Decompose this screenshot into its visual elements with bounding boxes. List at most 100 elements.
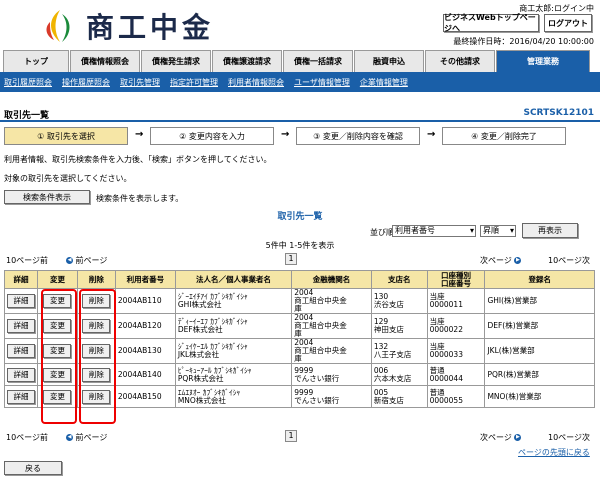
sub-navigation: 取引履歴照会 操作履歴照会 取引先管理 指定許可管理 利用者情報照会 ユーザ情報…	[0, 72, 600, 92]
detail-button[interactable]: 詳細	[7, 344, 35, 358]
bank-name: 商工組合中央金	[294, 296, 347, 305]
branch-name: 神田支店	[373, 325, 404, 334]
prev10-text: 10ページ前	[6, 256, 49, 265]
cell-branch: 130 渋谷支店	[370, 288, 428, 314]
tab-loan[interactable]: 融資申込	[354, 50, 424, 72]
brand-name: 商工中金	[86, 11, 215, 44]
order-select[interactable]: 昇順	[480, 225, 516, 237]
show-search-button[interactable]: 検索条件表示	[4, 190, 90, 204]
account-number: 0000055	[429, 395, 463, 405]
page-number-bottom: 1	[285, 430, 297, 442]
cell-branch: 006 六本木支店	[370, 363, 428, 386]
detail-button[interactable]: 詳細	[7, 294, 35, 308]
tab-admin[interactable]: 管理業務	[496, 50, 590, 72]
prev-page: ◀ 前ページ	[66, 255, 107, 266]
arrow-right-icon: →	[281, 129, 290, 140]
instruction-select-text: 対象の取引先を選択してください。	[4, 174, 132, 183]
bank-name-cont: 庫	[294, 304, 302, 313]
back-button[interactable]: 戻る	[4, 461, 62, 475]
cell-company-name: ｼﾞｪｲｹｰｴﾙ ｶﾌﾞｼｷｶﾞｲｼｬ JKL株式会社	[174, 338, 293, 364]
next-page-label: 次ページ	[480, 433, 512, 442]
cell-branch: 005 新宿支店	[370, 385, 428, 408]
prev10-text-bottom: 10ページ前	[6, 433, 49, 442]
company-name: GHI株式会社	[177, 300, 222, 309]
account-number: 0000011	[429, 300, 463, 309]
sort-select[interactable]: 利用者番号	[392, 225, 476, 237]
detail-button[interactable]: 詳細	[7, 367, 35, 382]
company-name: MNO株式会社	[177, 395, 226, 405]
logo: 商工中金	[40, 6, 214, 46]
step-confirm: ③ 変更／削除内容を確認	[296, 127, 420, 145]
account-number: 0000022	[429, 325, 463, 334]
cell-bank: 9999 でんさい銀行	[291, 363, 372, 386]
search-hint: 検索条件を表示します。	[96, 194, 184, 203]
cell-registered-name: PQR(株)営業部	[484, 363, 595, 386]
circle-right-icon: ▶	[514, 257, 522, 264]
branch-name: 渋谷支店	[373, 300, 404, 309]
cell-account: 当座 0000022	[426, 313, 486, 339]
cell-company-name: ﾃﾞｨｰｲｰｴﾌ ｶﾌﾞｼｷｶﾞｲｼｬ DEF株式会社	[174, 313, 293, 339]
step-input: ② 変更内容を入力	[150, 127, 274, 145]
prev-page-label: 前ページ	[75, 433, 108, 442]
bank-name: でんさい銀行	[294, 373, 340, 383]
screen-code: SCRTSK12101	[523, 108, 594, 118]
cell-registered-name: MNO(株)営業部	[484, 385, 595, 408]
subnav-permission-management[interactable]: 指定許可管理	[170, 77, 218, 88]
cell-branch: 129 神田支店	[370, 313, 428, 339]
branch-name: 新宿支店	[373, 395, 404, 405]
subnav-user-management[interactable]: ユーザ情報管理	[294, 77, 350, 88]
web-top-button[interactable]: ビジネスWebトップページへ	[443, 13, 539, 33]
cell-registered-name: JKL(株)営業部	[484, 338, 595, 364]
detail-button[interactable]: 詳細	[7, 389, 35, 404]
highlight-delete-column	[79, 289, 116, 424]
cell-account: 普通 0000044	[426, 363, 486, 386]
subnav-user-info[interactable]: 利用者情報照会	[228, 77, 284, 88]
header: 商工中金 商工太郎:ログイン中 ビジネスWebトップページへ ログアウト 最終操…	[0, 0, 600, 50]
redisplay-button[interactable]: 再表示	[522, 223, 578, 238]
bank-name-cont: 庫	[294, 329, 302, 338]
cell-bank: 2004 商工組合中央金庫	[291, 338, 372, 364]
tab-claim-transfer[interactable]: 債権譲渡請求	[212, 50, 282, 72]
back-to-top-link[interactable]: ページの先頭に戻る	[518, 447, 590, 458]
circle-left-icon: ◀	[66, 257, 73, 264]
cell-account: 普通 0000055	[426, 385, 486, 408]
tab-claim-batch[interactable]: 債権一括請求	[283, 50, 353, 72]
result-count: 5件中 1-5件を表示	[265, 241, 335, 250]
cell-registered-name: GHI(株)営業部	[484, 288, 595, 314]
cell-detail: 詳細	[4, 363, 38, 386]
company-name: DEF株式会社	[177, 325, 223, 334]
cell-user-id: 2004AB110	[114, 288, 176, 314]
subnav-transaction-history[interactable]: 取引履歴照会	[4, 77, 52, 88]
branch-name: 六本木支店	[373, 373, 412, 383]
tab-claim-issue[interactable]: 債権発生請求	[141, 50, 211, 72]
company-name: JKL株式会社	[177, 350, 220, 359]
branch-name: 八王子支店	[373, 350, 412, 359]
account-number: 0000044	[429, 373, 463, 383]
header-user-id: 利用者番号	[114, 270, 176, 289]
logout-button[interactable]: ログアウト	[544, 14, 592, 32]
subnav-partner-management[interactable]: 取引先管理	[120, 77, 160, 88]
tab-top[interactable]: トップ	[3, 50, 69, 72]
header-account: 口座種別 口座番号	[426, 270, 486, 289]
subnav-company-management[interactable]: 企業情報管理	[360, 77, 408, 88]
sort-select-value: 利用者番号	[395, 226, 435, 235]
header-company-name: 法人名／個人事業者名	[174, 270, 293, 289]
header-change: 変更	[37, 270, 78, 289]
subnav-operation-history[interactable]: 操作履歴照会	[62, 77, 110, 88]
step-complete: ④ 変更／削除完了	[442, 127, 566, 145]
cell-detail: 詳細	[4, 338, 38, 364]
table-header-row: 詳細 変更 削除 利用者番号 法人名／個人事業者名 金融機関名 支店名 口座種別…	[4, 270, 595, 289]
circle-left-icon: ◀	[66, 434, 73, 441]
detail-button[interactable]: 詳細	[7, 319, 35, 333]
account-number: 0000033	[429, 350, 463, 359]
cell-company-name: ﾋﾟｰｷｭｰｱｰﾙ ｶﾌﾞｼｷｶﾞｲｼｬ PQR株式会社	[174, 363, 293, 386]
header-detail: 詳細	[4, 270, 38, 289]
cell-bank: 9999 でんさい銀行	[291, 385, 372, 408]
cell-branch: 132 八王子支店	[370, 338, 428, 364]
tab-other[interactable]: その他請求	[425, 50, 495, 72]
cell-user-id: 2004AB150	[114, 385, 176, 408]
cell-bank: 2004 商工組合中央金庫	[291, 313, 372, 339]
bank-name: でんさい銀行	[294, 395, 340, 405]
tab-claim-inquiry[interactable]: 債権情報照会	[70, 50, 140, 72]
page-number: 1	[285, 253, 297, 265]
